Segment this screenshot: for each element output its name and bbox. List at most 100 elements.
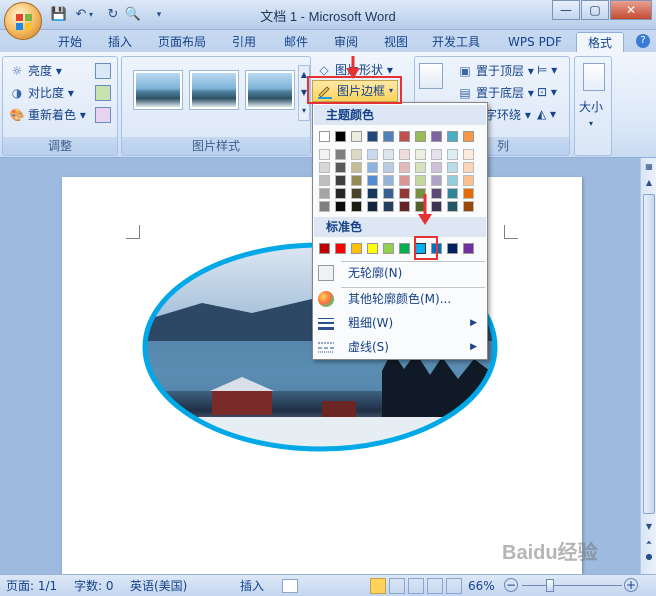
group-icon[interactable]: ⊡ ▾ bbox=[537, 85, 557, 99]
theme-shade-swatch[interactable] bbox=[383, 201, 394, 212]
theme-shade-swatch[interactable] bbox=[351, 188, 362, 199]
draft-view-icon[interactable] bbox=[446, 578, 462, 594]
standard-color-swatch[interactable] bbox=[447, 243, 458, 254]
theme-shade-swatch[interactable] bbox=[319, 188, 330, 199]
theme-shade-swatch[interactable] bbox=[431, 149, 442, 160]
theme-shade-swatch[interactable] bbox=[351, 162, 362, 173]
scroll-up-icon[interactable]: ▲ bbox=[642, 176, 656, 190]
print-layout-view-icon[interactable] bbox=[370, 578, 386, 594]
theme-shade-swatch[interactable] bbox=[399, 201, 410, 212]
tab-home[interactable]: 开始 bbox=[50, 32, 90, 52]
macro-record-icon[interactable] bbox=[282, 579, 298, 593]
change-picture-icon[interactable] bbox=[95, 85, 111, 101]
tab-references[interactable]: 引用 bbox=[224, 32, 264, 52]
scroll-down-icon[interactable]: ▼ bbox=[642, 520, 656, 534]
theme-shade-swatch[interactable] bbox=[383, 175, 394, 186]
standard-color-swatch[interactable] bbox=[319, 243, 330, 254]
rotate-icon[interactable]: ◭ ▾ bbox=[537, 107, 556, 121]
maximize-button[interactable]: ▢ bbox=[581, 0, 609, 20]
theme-shade-swatch[interactable] bbox=[351, 175, 362, 186]
theme-shade-swatch[interactable] bbox=[399, 188, 410, 199]
undo-dropdown-icon[interactable]: ▾ bbox=[86, 6, 96, 24]
style-thumbnail[interactable] bbox=[133, 70, 183, 110]
theme-shade-swatch[interactable] bbox=[383, 149, 394, 160]
no-outline-item[interactable]: 无轮廓(N) bbox=[314, 261, 486, 285]
outline-view-icon[interactable] bbox=[427, 578, 443, 594]
zoom-slider-track[interactable] bbox=[522, 585, 622, 586]
prev-page-icon[interactable]: ⏶ bbox=[642, 536, 656, 550]
theme-shade-swatch[interactable] bbox=[335, 188, 346, 199]
standard-color-swatch[interactable] bbox=[463, 243, 474, 254]
theme-shade-swatch[interactable] bbox=[463, 162, 474, 173]
theme-shade-swatch[interactable] bbox=[351, 149, 362, 160]
theme-shade-swatch[interactable] bbox=[319, 149, 330, 160]
minimize-button[interactable]: — bbox=[552, 0, 580, 20]
language-indicator[interactable]: 英语(美国) bbox=[130, 578, 187, 594]
size-dropdown-icon[interactable]: ▾ bbox=[589, 119, 593, 128]
tab-view[interactable]: 视图 bbox=[376, 32, 416, 52]
contrast-button[interactable]: ◑ 对比度 ▾ bbox=[9, 83, 74, 103]
theme-shade-swatch[interactable] bbox=[415, 162, 426, 173]
size-label[interactable]: 大小 bbox=[579, 97, 603, 117]
theme-shade-swatch[interactable] bbox=[367, 201, 378, 212]
size-icon[interactable] bbox=[583, 63, 605, 91]
page-count[interactable]: 页面: 1/1 bbox=[6, 578, 57, 594]
theme-color-swatch[interactable] bbox=[351, 131, 362, 142]
standard-color-swatch[interactable] bbox=[335, 243, 346, 254]
theme-shade-swatch[interactable] bbox=[431, 188, 442, 199]
theme-color-swatch[interactable] bbox=[447, 131, 458, 142]
theme-shade-swatch[interactable] bbox=[367, 149, 378, 160]
style-thumbnail[interactable] bbox=[189, 70, 239, 110]
theme-shade-swatch[interactable] bbox=[399, 149, 410, 160]
theme-shade-swatch[interactable] bbox=[447, 188, 458, 199]
insert-mode[interactable]: 插入 bbox=[240, 578, 264, 594]
theme-shade-swatch[interactable] bbox=[367, 188, 378, 199]
print-preview-icon[interactable]: 🔍 bbox=[124, 6, 142, 24]
theme-shade-swatch[interactable] bbox=[447, 175, 458, 186]
bring-to-front-button[interactable]: ▣ 置于顶层 ▾ bbox=[457, 61, 534, 81]
tab-wps-pdf[interactable]: WPS PDF bbox=[500, 32, 570, 52]
theme-shade-swatch[interactable] bbox=[383, 188, 394, 199]
theme-color-swatch[interactable] bbox=[383, 131, 394, 142]
theme-color-swatch[interactable] bbox=[319, 131, 330, 142]
word-count[interactable]: 字数: 0 bbox=[74, 578, 114, 594]
position-icon[interactable] bbox=[419, 63, 443, 89]
theme-shade-swatch[interactable] bbox=[447, 149, 458, 160]
send-to-back-button[interactable]: ▤ 置于底层 ▾ bbox=[457, 83, 534, 103]
theme-shade-swatch[interactable] bbox=[335, 175, 346, 186]
theme-shade-swatch[interactable] bbox=[335, 162, 346, 173]
theme-color-swatch[interactable] bbox=[367, 131, 378, 142]
office-button[interactable] bbox=[4, 2, 42, 40]
theme-color-swatch[interactable] bbox=[463, 131, 474, 142]
customize-qat-icon[interactable]: ▾ bbox=[150, 6, 168, 24]
theme-color-swatch[interactable] bbox=[335, 131, 346, 142]
text-wrap-button[interactable]: 字环绕 ▾ bbox=[485, 105, 531, 125]
style-thumbnail[interactable] bbox=[245, 70, 295, 110]
tab-page-layout[interactable]: 页面布局 bbox=[150, 32, 214, 52]
weight-item[interactable]: 粗细(W) ▶ bbox=[314, 311, 486, 335]
theme-shade-swatch[interactable] bbox=[335, 201, 346, 212]
tab-review[interactable]: 审阅 bbox=[326, 32, 366, 52]
theme-shade-swatch[interactable] bbox=[351, 201, 362, 212]
theme-shade-swatch[interactable] bbox=[319, 175, 330, 186]
vertical-scrollbar[interactable]: ▦ ▲ ▼ ⏶ ● bbox=[640, 158, 656, 574]
tab-mailings[interactable]: 邮件 bbox=[276, 32, 316, 52]
standard-color-swatch[interactable] bbox=[399, 243, 410, 254]
browse-object-icon[interactable]: ● bbox=[642, 550, 656, 564]
brightness-button[interactable]: ☼ 亮度 ▾ bbox=[9, 61, 62, 81]
theme-shade-swatch[interactable] bbox=[367, 175, 378, 186]
save-icon[interactable]: 💾 bbox=[50, 6, 68, 24]
theme-shade-swatch[interactable] bbox=[383, 162, 394, 173]
theme-shade-swatch[interactable] bbox=[463, 175, 474, 186]
reset-picture-icon[interactable] bbox=[95, 107, 111, 123]
redo-icon[interactable]: ↻ bbox=[104, 6, 122, 24]
tab-insert[interactable]: 插入 bbox=[100, 32, 140, 52]
tab-format[interactable]: 格式 bbox=[576, 32, 624, 52]
theme-shade-swatch[interactable] bbox=[319, 162, 330, 173]
theme-shade-swatch[interactable] bbox=[415, 175, 426, 186]
standard-color-swatch[interactable] bbox=[367, 243, 378, 254]
zoom-in-icon[interactable]: + bbox=[624, 578, 638, 592]
ruler-toggle-icon[interactable]: ▦ bbox=[642, 160, 656, 174]
zoom-slider-thumb[interactable] bbox=[546, 579, 554, 592]
theme-shade-swatch[interactable] bbox=[463, 201, 474, 212]
